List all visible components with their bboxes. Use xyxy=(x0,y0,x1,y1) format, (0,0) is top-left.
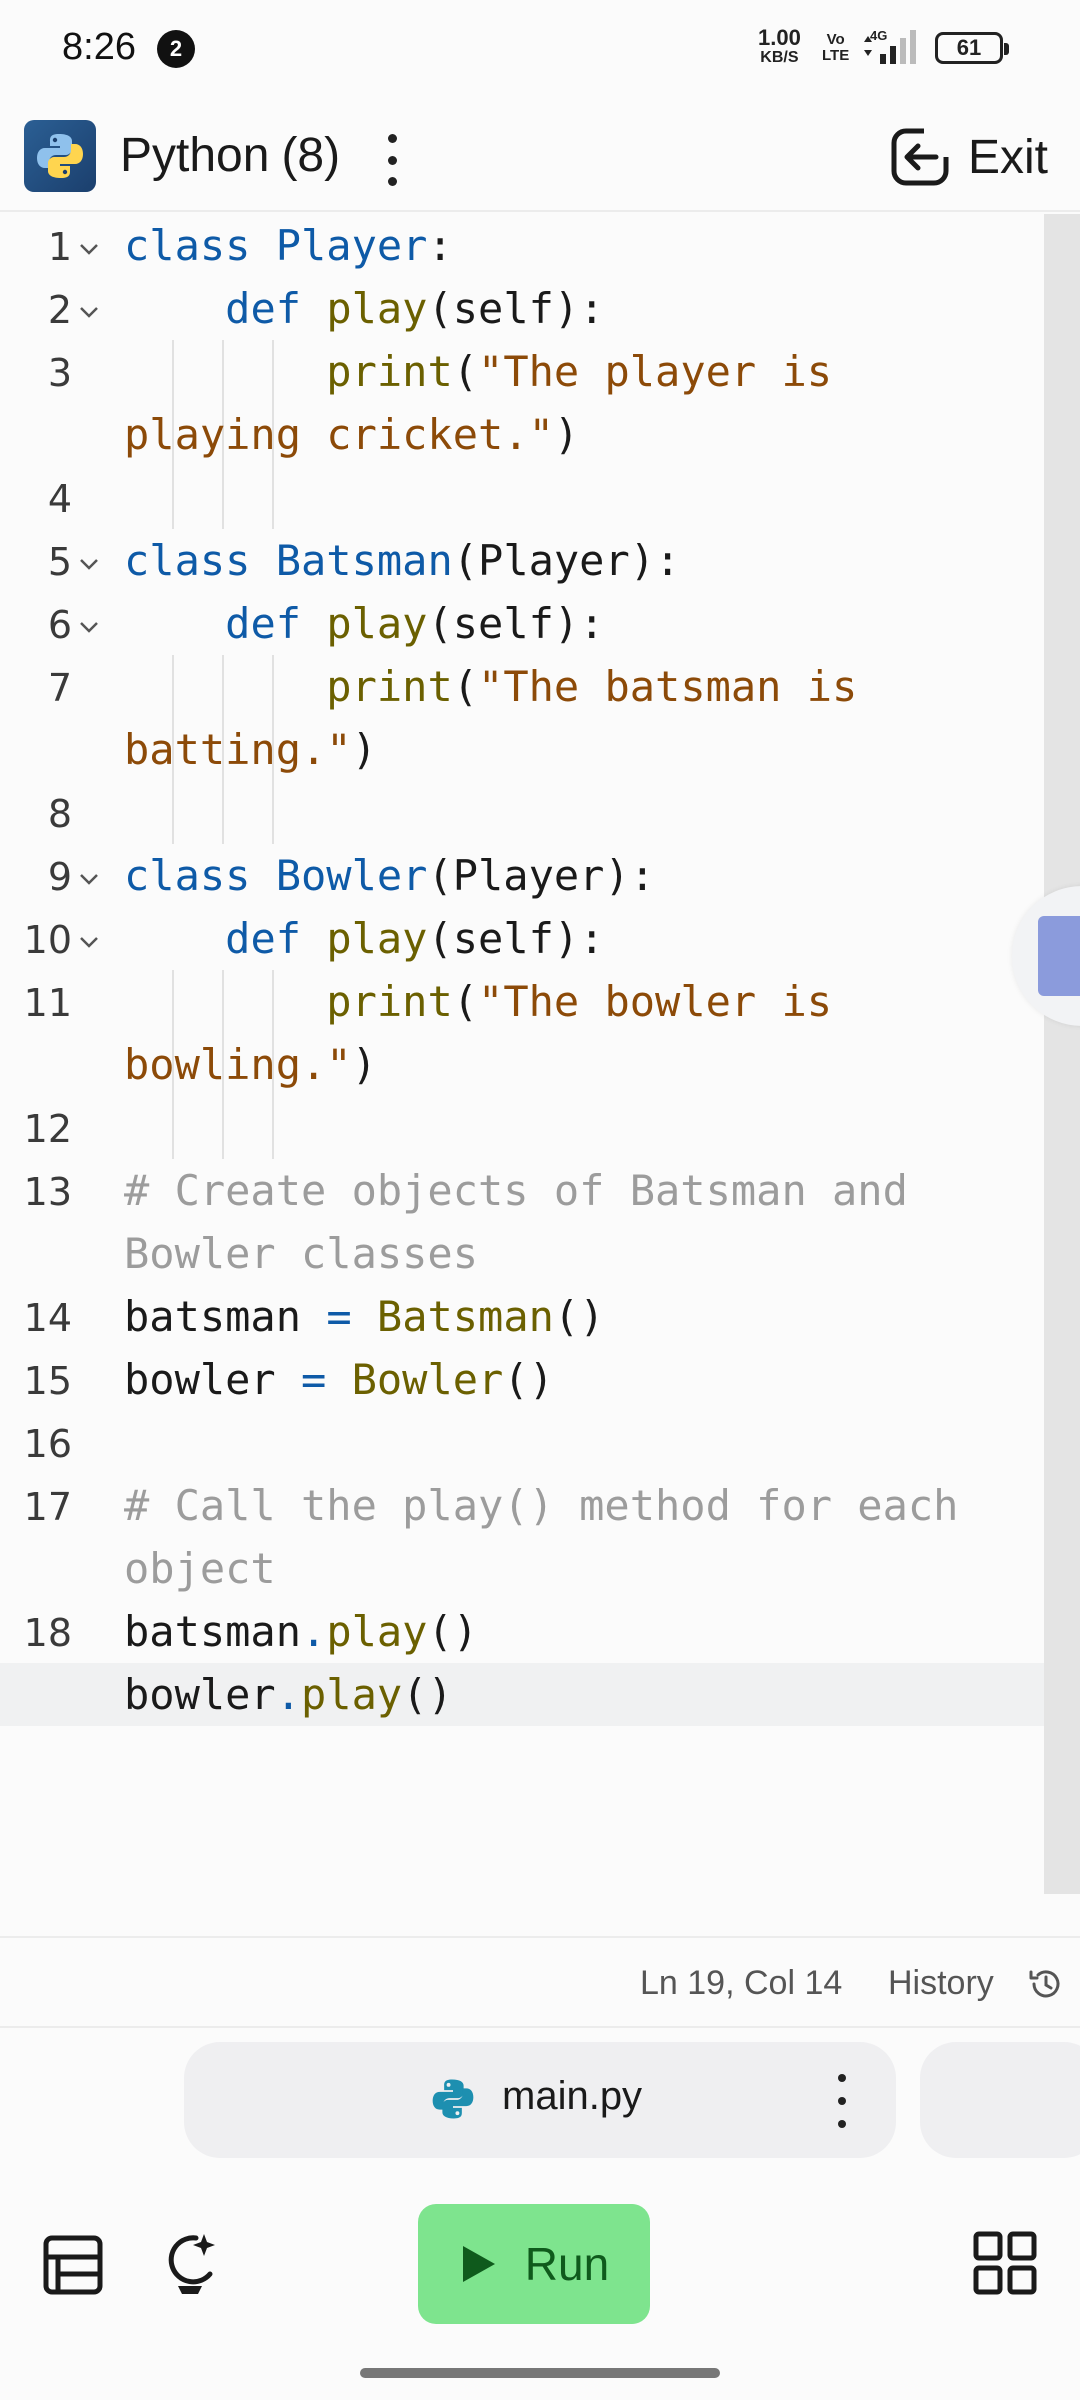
files-panel-icon[interactable] xyxy=(38,2230,108,2300)
run-button[interactable]: Run xyxy=(418,2204,650,2324)
code-editor[interactable]: 12345678910111213141516171819 class Play… xyxy=(0,214,1044,1894)
python-file-icon xyxy=(432,2079,474,2119)
project-count: (8) xyxy=(281,129,341,182)
line-number: 17 xyxy=(23,1485,72,1529)
run-label: Run xyxy=(524,2238,610,2290)
line-number: 14 xyxy=(23,1296,72,1340)
more-options-icon[interactable] xyxy=(372,130,412,190)
network-speed-value: 1.00 xyxy=(758,25,801,50)
status-bar: 8:26 2 1.00 KB/S Vo LTE 4G 61 xyxy=(0,0,1080,100)
fold-chevron-icon[interactable] xyxy=(78,620,100,634)
fold-chevron-icon[interactable] xyxy=(78,305,100,319)
line-number: 4 xyxy=(47,477,72,521)
fold-chevron-icon[interactable] xyxy=(78,935,100,949)
volte-bottom: LTE xyxy=(822,47,850,64)
line-number: 1 xyxy=(47,225,72,269)
line-number: 6 xyxy=(47,603,72,647)
line-number: 15 xyxy=(23,1359,72,1403)
history-icon[interactable] xyxy=(1026,1964,1066,2004)
screen: 8:26 2 1.00 KB/S Vo LTE 4G 61 Python (8)… xyxy=(0,0,1080,2400)
network-speed-unit: KB/S xyxy=(760,49,799,66)
fold-chevron-icon[interactable] xyxy=(78,557,100,571)
signal-icon: 4G xyxy=(862,28,922,66)
home-indicator[interactable] xyxy=(360,2368,720,2378)
line-number: 16 xyxy=(23,1422,72,1466)
file-tab-next[interactable] xyxy=(920,2042,1080,2158)
grid-menu-icon[interactable] xyxy=(970,2228,1040,2298)
cursor-position: Ln 19, Col 14 xyxy=(640,1964,843,2002)
line-number: 8 xyxy=(47,792,72,836)
play-icon xyxy=(462,2246,495,2282)
line-number: 5 xyxy=(47,540,72,584)
line-number: 9 xyxy=(47,855,72,899)
app-bar: Python (8) Exit xyxy=(0,100,1080,212)
line-number: 13 xyxy=(23,1170,72,1214)
volte-top: Vo xyxy=(826,31,845,48)
line-number: 10 xyxy=(23,918,72,962)
editor-scrollbar[interactable] xyxy=(1044,214,1080,1894)
line-number: 2 xyxy=(47,288,72,332)
clock: 8:26 xyxy=(62,26,136,68)
code-line-19-current[interactable]: bowler.play() xyxy=(0,1663,1044,1726)
editor-status-line: Ln 19, Col 14 History xyxy=(0,1936,1080,2028)
network-speed: 1.00 KB/S xyxy=(758,25,801,68)
fold-chevron-icon[interactable] xyxy=(78,242,100,256)
volte-indicator: Vo LTE xyxy=(822,32,849,64)
network-type: 4G xyxy=(870,28,887,43)
line-number: 12 xyxy=(23,1107,72,1151)
python-logo-icon[interactable] xyxy=(24,120,96,192)
line-number: 18 xyxy=(23,1611,72,1655)
notification-badge: 2 xyxy=(157,30,195,68)
battery-icon: 61 xyxy=(935,32,1009,64)
fold-chevron-icon[interactable] xyxy=(78,872,100,886)
file-tab-main[interactable]: main.py xyxy=(184,2042,896,2158)
file-options-icon[interactable] xyxy=(832,2074,852,2128)
line-number: 3 xyxy=(47,351,72,395)
exit-button[interactable]: Exit xyxy=(890,122,1048,192)
line-number: 7 xyxy=(47,666,72,710)
line-number: 11 xyxy=(23,981,72,1025)
file-tab-label: main.py xyxy=(502,2074,643,2118)
project-name: Python xyxy=(120,129,270,182)
history-button[interactable]: History xyxy=(888,1964,994,2003)
ai-assistant-icon[interactable] xyxy=(156,2228,226,2298)
project-title[interactable]: Python (8) xyxy=(120,128,340,183)
exit-icon xyxy=(891,127,950,186)
exit-label: Exit xyxy=(968,130,1049,184)
bottom-toolbar: Run xyxy=(0,2180,1080,2350)
